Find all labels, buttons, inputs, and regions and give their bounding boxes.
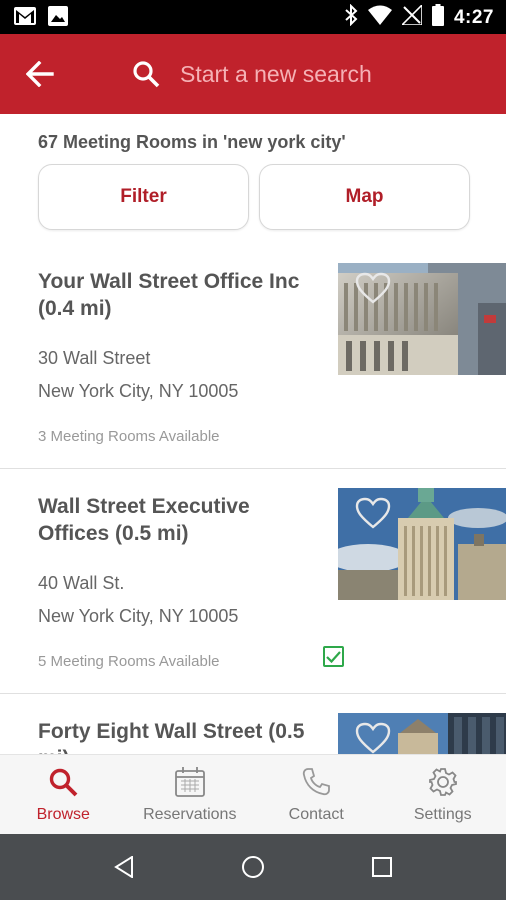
search-icon — [48, 766, 78, 798]
list-item[interactable]: Your Wall Street Office Inc (0.4 mi) 30 … — [0, 244, 506, 469]
heart-outline-icon[interactable] — [355, 722, 391, 754]
wifi-icon — [367, 5, 392, 30]
image-icon — [48, 6, 68, 31]
nav-settings-label: Settings — [413, 806, 472, 823]
listing-address-line2: New York City, NY 10005 — [38, 381, 239, 401]
listing-title: Wall Street Executive Offices (0.5 mi) — [38, 495, 250, 545]
no-signal-icon — [400, 3, 423, 30]
nav-reservations-label: Reservations — [143, 806, 237, 823]
recents-square-icon[interactable] — [362, 847, 402, 887]
gear-icon — [428, 766, 458, 798]
nav-contact-label: Contact — [288, 806, 344, 823]
app-bar — [0, 34, 506, 114]
listing-title: Forty Eight Wall Street (0.5 mi) — [38, 720, 305, 754]
nav-settings[interactable]: Settings — [380, 755, 506, 834]
list-item[interactable]: Wall Street Executive Offices (0.5 mi) 4… — [0, 469, 506, 694]
gmail-icon — [14, 7, 36, 30]
list-item[interactable]: Forty Eight Wall Street (0.5 mi) — [0, 694, 506, 754]
nav-browse-label: Browse — [36, 806, 90, 823]
system-nav-bar — [0, 834, 506, 900]
status-time: 4:27 — [453, 6, 494, 28]
listing-address-line1: 40 Wall St. — [38, 573, 125, 593]
nav-browse[interactable]: Browse — [0, 755, 127, 834]
search-input[interactable] — [170, 54, 490, 94]
nav-reservations[interactable]: Reservations — [127, 755, 254, 834]
results-count: 67 Meeting Rooms in 'new york city' — [38, 132, 346, 152]
bottom-nav: Browse Reservations Contact Settings — [0, 754, 506, 834]
listings: Your Wall Street Office Inc (0.4 mi) 30 … — [0, 244, 506, 754]
home-circle-icon[interactable] — [233, 847, 273, 887]
back-button[interactable] — [22, 56, 58, 92]
listing-availability: 3 Meeting Rooms Available — [38, 428, 220, 445]
listing-title: Your Wall Street Office Inc (0.4 mi) — [38, 270, 300, 320]
search-icon[interactable] — [130, 58, 162, 90]
heart-outline-icon[interactable] — [355, 272, 391, 304]
status-bar: 4:27 — [0, 0, 506, 34]
action-buttons: Filter Map — [38, 164, 470, 230]
checkbox-checked-icon[interactable] — [323, 646, 344, 667]
listing-address-line1: 30 Wall Street — [38, 348, 151, 368]
heart-outline-icon[interactable] — [355, 497, 391, 529]
nav-contact[interactable]: Contact — [253, 755, 380, 834]
back-triangle-icon[interactable] — [104, 847, 144, 887]
listing-availability: 5 Meeting Rooms Available — [38, 653, 220, 670]
bluetooth-icon — [344, 3, 358, 31]
map-button[interactable]: Map — [259, 164, 470, 230]
filter-button[interactable]: Filter — [38, 164, 249, 230]
listing-address-line2: New York City, NY 10005 — [38, 606, 239, 626]
calendar-icon — [174, 766, 206, 798]
arrow-left-icon — [26, 61, 54, 87]
battery-icon — [431, 4, 444, 31]
phone-icon — [301, 766, 331, 798]
